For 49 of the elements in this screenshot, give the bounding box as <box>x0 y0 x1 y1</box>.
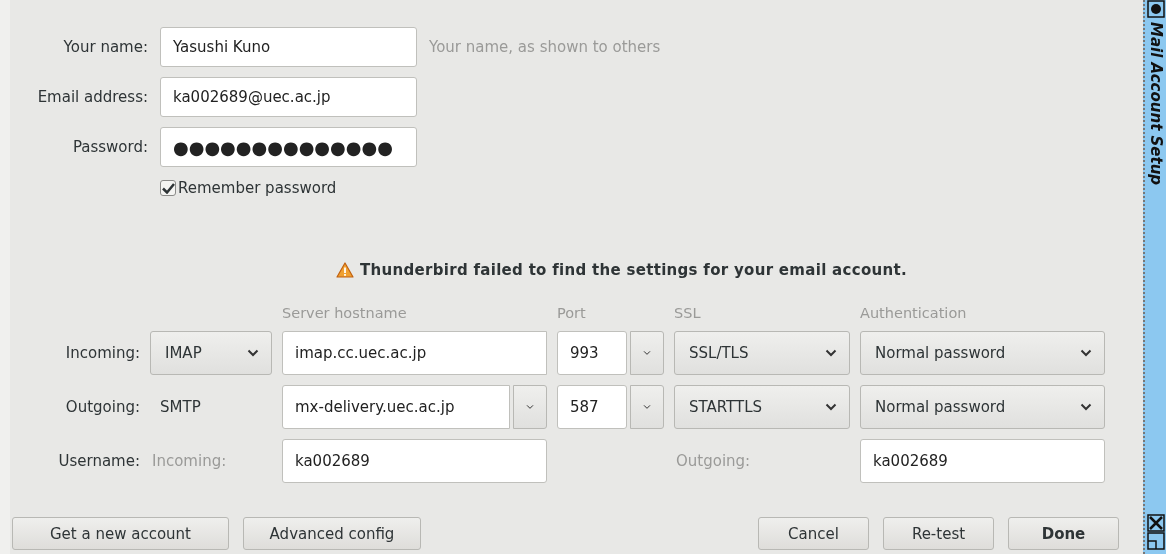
column-header: Port <box>557 305 587 321</box>
password-field[interactable]: ●●●●●●●●●●●●●● <box>160 127 417 167</box>
warning-message: Thunderbird failed to find the settings for your email account. <box>360 261 907 279</box>
row-label: Outgoing: <box>64 398 140 416</box>
maximize-icon[interactable] <box>1146 532 1165 550</box>
chevron-down-icon <box>825 403 837 411</box>
auth-dropdown[interactable]: Normal password <box>860 331 1105 375</box>
ssl-dropdown[interactable]: SSL/TLS <box>674 331 850 375</box>
window-title: Mail Account Setup <box>1146 22 1165 186</box>
dialog-button[interactable]: Cancel <box>758 517 869 550</box>
chevron-down-icon <box>1080 403 1092 411</box>
field-label: Outgoing: <box>675 452 752 470</box>
username-field[interactable]: ka002689 <box>860 439 1105 483</box>
column-header: Authentication <box>860 305 968 321</box>
hostname-field[interactable]: imap.cc.uec.ac.jp <box>282 331 547 375</box>
port-field[interactable]: 587 <box>557 385 627 429</box>
field-hint: Your name, as shown to others <box>429 38 662 56</box>
checkbox-label[interactable]: Remember password <box>178 179 337 197</box>
row-label: Incoming: <box>64 344 140 362</box>
warning-icon <box>336 262 355 278</box>
dialog-button[interactable]: Get a new account <box>12 517 229 550</box>
chevron-down-icon <box>526 404 534 410</box>
field-label: Your name: <box>62 38 148 56</box>
ssl-dropdown[interactable]: STARTTLS <box>674 385 850 429</box>
field-label: Incoming: <box>151 452 228 470</box>
column-header: SSL <box>674 305 702 321</box>
name-field[interactable]: Yasushi Kuno <box>160 27 417 67</box>
protocol-label: SMTP <box>159 398 202 416</box>
field-label: Password: <box>71 138 148 156</box>
hostname-field[interactable]: mx-delivery.uec.ac.jp <box>282 385 510 429</box>
row-label: Username: <box>57 452 140 470</box>
dialog-button[interactable]: Re-test <box>883 517 994 550</box>
auth-dropdown[interactable]: Normal password <box>860 385 1105 429</box>
dialog-button[interactable]: Done <box>1008 517 1119 550</box>
close-icon[interactable] <box>1146 514 1165 532</box>
chevron-down-icon <box>247 349 259 357</box>
chevron-down-icon <box>643 350 651 356</box>
window-menu-icon[interactable] <box>1146 0 1165 18</box>
chevron-down-icon <box>643 404 651 410</box>
column-header: Server hostname <box>282 305 408 321</box>
protocol-dropdown[interactable]: IMAP <box>150 331 272 375</box>
email-field[interactable]: ka002689@uec.ac.jp <box>160 77 417 117</box>
field-label: Email address: <box>36 88 148 106</box>
username-field[interactable]: ka002689 <box>282 439 547 483</box>
checkbox[interactable] <box>160 180 176 196</box>
port-field[interactable]: 993 <box>557 331 627 375</box>
dialog-button[interactable]: Advanced config <box>243 517 421 550</box>
chevron-down-icon <box>825 349 837 357</box>
chevron-down-icon <box>1080 349 1092 357</box>
